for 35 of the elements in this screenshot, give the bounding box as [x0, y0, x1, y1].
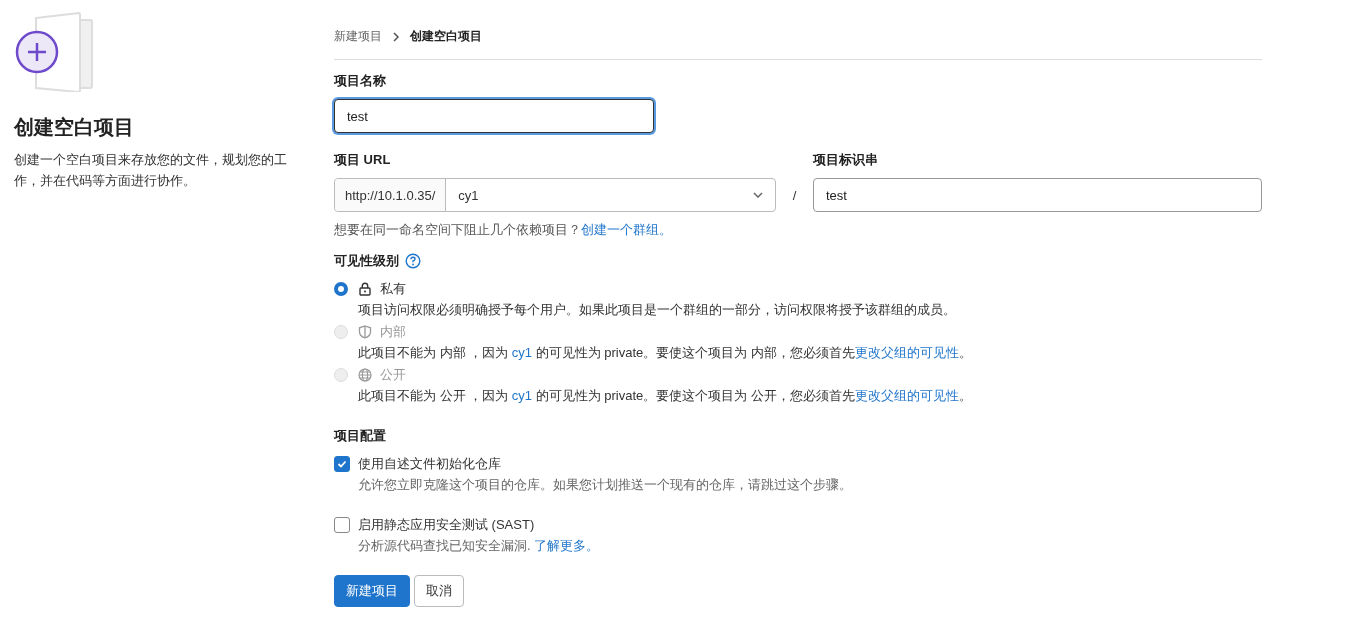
field-label: 项目标识串	[813, 151, 879, 169]
checkbox[interactable]	[334, 456, 350, 472]
project-slug-input[interactable]: test	[813, 178, 1262, 212]
checkbox-label[interactable]: 使用自述文件初始化仓库	[358, 455, 501, 473]
url-separator: /	[791, 187, 798, 205]
checkmark-icon	[337, 460, 347, 468]
breadcrumb-link[interactable]: 创建空白项目	[410, 28, 482, 45]
visibility-description: 此项目不能为 公开 ，因为 cy1 的可见性为 private。要使这个项目为 公开，您必须首先更改父组的可见性。	[358, 387, 973, 405]
option-description: 分析源代码查找已知安全漏洞. 了解更多。	[358, 537, 601, 555]
checkbox[interactable]	[334, 517, 350, 533]
visibility-radio[interactable]	[334, 282, 348, 296]
visibility-option-label[interactable]: 私有	[380, 280, 406, 298]
field-label: 项目 URL	[334, 151, 392, 169]
new-project-illustration-icon	[14, 12, 96, 92]
create-project-button[interactable]: 新建项目	[334, 575, 410, 607]
section-label: 可见性级别	[334, 252, 399, 270]
option-description: 允许您立即克隆这个项目的仓库。如果您计划推送一个现有的仓库，请跳过这个步骤。	[358, 476, 853, 494]
page-description: 创建一个空白项目来存放您的文件，规划您的工作，并在代码等方面进行协作。	[14, 151, 288, 190]
field-label: 项目名称	[334, 72, 387, 90]
help-icon[interactable]	[405, 253, 421, 269]
breadcrumb-link[interactable]: 新建项目	[334, 28, 382, 45]
shield-icon	[358, 325, 372, 339]
create-group-link[interactable]: 创建一个群组。	[581, 222, 672, 237]
checkbox-label[interactable]: 启用静态应用安全测试 (SAST)	[358, 516, 535, 534]
globe-icon	[358, 368, 372, 382]
visibility-description: 此项目不能为 内部 ，因为 cy1 的可见性为 private。要使这个项目为 内部，您必须首先更改父组的可见性。	[358, 344, 973, 362]
lock-icon	[358, 282, 372, 296]
learn-more-link[interactable]: 了解更多。	[534, 538, 600, 553]
chevron-right-icon	[392, 31, 400, 42]
cancel-button[interactable]: 取消	[414, 575, 464, 607]
section-label: 项目配置	[334, 427, 387, 445]
project-name-input[interactable]: test	[334, 99, 654, 133]
url-hint: 想要在同一命名空间下阻止几个依赖项目？创建一个群组。	[334, 221, 673, 239]
visibility-description: 项目访问权限必须明确授予每个用户。如果此项目是一个群组的一部分，访问权限将授予该群组的成员。	[358, 301, 957, 319]
page-title: 创建空白项目	[14, 115, 135, 140]
